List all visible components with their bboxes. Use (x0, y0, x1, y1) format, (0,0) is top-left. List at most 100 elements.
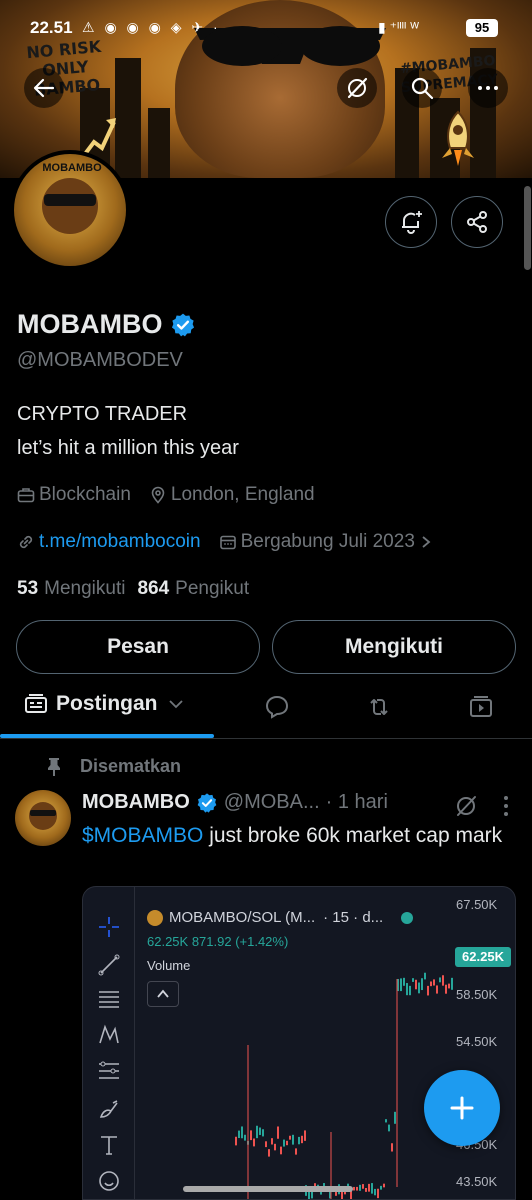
candle (394, 1111, 396, 1124)
chart-toolbar (83, 887, 135, 1199)
candle (442, 975, 444, 986)
candle (235, 1136, 237, 1146)
share-profile-button[interactable] (451, 196, 503, 248)
message-button[interactable]: Pesan (16, 620, 260, 674)
candle (241, 1126, 243, 1139)
tab-reposts-icon[interactable] (366, 694, 392, 720)
link-icon (19, 535, 33, 549)
trendline-icon[interactable] (97, 953, 121, 977)
candle (362, 1184, 364, 1189)
candle (298, 1136, 300, 1145)
candle (421, 978, 423, 991)
notify-button[interactable] (385, 196, 437, 248)
price-axis-label: 43.50K (456, 1174, 498, 1189)
status-bar: 22.51 ⚠ ◉ ◉ ◉ ◈ ✈ · ▮ ⁺ᴵᴵᴵᴵ ᵂ 95 (0, 0, 532, 40)
location-label: London, England (170, 484, 315, 505)
candle (445, 984, 447, 994)
profile-category: Blockchain (17, 484, 131, 506)
search-button[interactable] (402, 68, 442, 108)
profile-link-text[interactable]: t.me/mobambocoin (39, 531, 201, 553)
following-count: 53 (17, 578, 39, 599)
candle (451, 977, 453, 990)
crosshair-icon[interactable] (97, 915, 121, 939)
pin-icon (48, 757, 60, 776)
candle (277, 1126, 279, 1139)
location-pin-icon (151, 486, 165, 504)
pattern-icon[interactable] (97, 1023, 121, 1047)
fib-lines-icon[interactable] (97, 987, 121, 1011)
candle (250, 1130, 252, 1141)
candle (400, 978, 402, 992)
category-label: Blockchain (39, 484, 131, 505)
projection-icon[interactable] (97, 1059, 121, 1083)
candle (448, 983, 450, 989)
candle (262, 1129, 264, 1137)
more-dots-icon (478, 86, 498, 90)
following-stat[interactable]: 53 Mengikuti (17, 578, 125, 600)
profile-name-row: MOBAMBO (17, 309, 196, 340)
candle (403, 977, 405, 986)
scrollbar-thumb[interactable] (524, 186, 531, 270)
chevron-right-icon (422, 536, 431, 548)
grok-post-icon[interactable] (454, 794, 478, 818)
candle (388, 1124, 390, 1132)
followers-stat[interactable]: 864 Pengikut (137, 578, 249, 600)
back-button[interactable] (24, 68, 64, 108)
post-cashtag[interactable]: $MOBAMBO (82, 824, 203, 847)
profile-handle: @MOBAMBODEV (17, 349, 183, 371)
tab-posts[interactable]: Postingan (24, 692, 184, 716)
status-time: 22.51 (30, 18, 73, 37)
candle (368, 1183, 370, 1192)
tab-media-icon[interactable] (468, 694, 494, 720)
more-options-button[interactable] (468, 68, 508, 108)
profile-joined[interactable]: Bergabung Juli 2023 (219, 531, 435, 553)
compose-post-button[interactable] (424, 1070, 500, 1146)
display-name: MOBAMBO (17, 309, 163, 339)
profile-link[interactable]: t.me/mobambocoin (17, 531, 201, 553)
grok-icon (347, 77, 368, 99)
rocket-icon (442, 110, 474, 166)
post-avatar[interactable] (15, 790, 71, 846)
post-text: $MOBAMBO just broke 60k market cap mark (82, 822, 522, 850)
pinned-label: Disematkan (80, 756, 182, 776)
home-gesture-bar[interactable] (183, 1186, 353, 1192)
verified-badge-icon[interactable] (170, 312, 196, 338)
profile-avatar[interactable]: MOBAMBO (10, 150, 130, 270)
brush-icon[interactable] (97, 1097, 121, 1121)
candle (427, 985, 429, 996)
candle (418, 982, 420, 994)
bio-line-1: CRYPTO TRADER (17, 403, 188, 425)
candle (256, 1125, 258, 1139)
post-more-icon[interactable] (502, 794, 510, 818)
candle (415, 979, 417, 990)
post-author-handle[interactable]: @MOBA... (224, 791, 320, 814)
candle (274, 1143, 276, 1151)
candle (430, 981, 432, 987)
candle (304, 1130, 306, 1141)
candle (436, 985, 438, 994)
briefcase-icon (17, 488, 35, 503)
tab-posts-label: Postingan (56, 692, 158, 715)
candle (280, 1146, 282, 1155)
arrow-left-icon (33, 78, 55, 98)
candle (433, 979, 435, 986)
post-media-chart[interactable]: MOBAMBO/SOL (M... · 15 · d... 62.25K 871… (82, 886, 516, 1200)
following-button[interactable]: Mengikuti (272, 620, 516, 674)
candle (391, 1143, 393, 1152)
candle (377, 1188, 379, 1199)
candle (268, 1149, 270, 1157)
profile-stats: 53 Mengikuti 864 Pengikut (17, 578, 261, 600)
signal-icons: ▮ ⁺ᴵᴵᴵᴵ ᵂ (378, 19, 419, 35)
candle (439, 977, 441, 983)
price-axis-label: 67.50K (456, 897, 498, 912)
verified-badge-icon (197, 792, 217, 813)
emoji-tool-icon[interactable] (97, 1169, 121, 1193)
chevron-down-icon (168, 700, 183, 709)
joined-label: Bergabung Juli 2023 (240, 531, 415, 552)
battery-indicator: 95 (466, 19, 498, 37)
candle (412, 978, 414, 982)
post-author-name[interactable]: MOBAMBO (82, 791, 190, 814)
tab-replies-icon[interactable] (264, 694, 290, 720)
text-tool-icon[interactable] (97, 1133, 121, 1157)
grok-button[interactable] (337, 68, 377, 108)
